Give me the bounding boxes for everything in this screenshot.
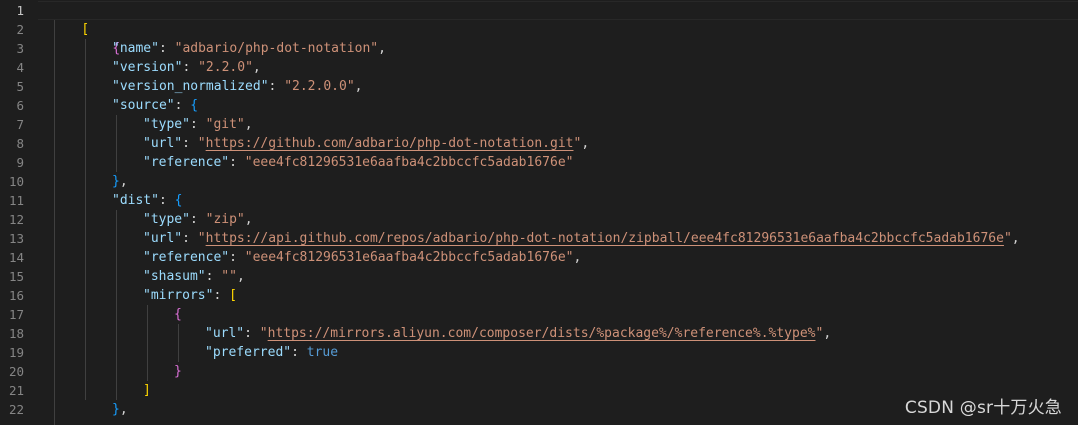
line-number: 10 <box>8 174 24 189</box>
json-key: "version_normalized" <box>112 79 269 94</box>
json-string: "zip" <box>205 212 245 227</box>
line-number: 9 <box>16 155 24 170</box>
code-line: "url": "https://mirrors.aliyun.com/compo… <box>205 326 832 341</box>
open-brace: { <box>174 193 183 208</box>
json-string: "2.2.0.0" <box>284 79 355 94</box>
code-line: [ <box>50 1 89 37</box>
line-number: 16 <box>8 288 24 303</box>
line-number: 15 <box>8 269 24 284</box>
open-brace: { <box>190 98 199 113</box>
close-brace: } <box>112 174 120 189</box>
line-number: 1 <box>16 3 24 18</box>
indent-guide <box>178 324 179 362</box>
code-editor[interactable]: 1 2 3 4 5 6 7 8 9 10 11 12 13 14 15 16 1… <box>0 0 1078 425</box>
code-line: } <box>174 362 182 381</box>
indent-guide <box>116 210 117 400</box>
indent-guide <box>147 305 148 381</box>
json-string: "adbario/php-dot-notation" <box>174 41 379 56</box>
json-string: "eee4fc81296531e6aafba4c2bbccfc5adab1676… <box>244 250 574 265</box>
code-line: "type": "git", <box>143 117 253 132</box>
code-line: "url": "https://api.github.com/repos/adb… <box>143 231 1020 246</box>
code-line: ] <box>143 381 151 400</box>
open-brace: { <box>174 307 182 322</box>
code-line: "dist": { <box>112 193 183 208</box>
json-key: "url" <box>205 326 245 341</box>
json-key: "version" <box>112 60 183 75</box>
quote: " <box>197 136 206 151</box>
code-line: }, <box>112 174 128 189</box>
code-line: "shasum": "", <box>143 269 245 284</box>
json-key: "name" <box>112 41 159 56</box>
close-brace: } <box>112 402 120 417</box>
line-number: 17 <box>8 307 24 322</box>
url-link[interactable]: https://github.com/adbario/php-dot-notat… <box>206 136 574 151</box>
json-key: "dist" <box>112 193 159 208</box>
code-line: "mirrors": [ <box>143 288 237 303</box>
line-number: 18 <box>8 326 24 341</box>
json-string: "git" <box>205 117 245 132</box>
code-line: "reference": "eee4fc81296531e6aafba4c2bb… <box>143 250 582 265</box>
quote: " <box>197 231 206 246</box>
line-number: 20 <box>8 364 24 379</box>
indent-guide <box>54 20 55 425</box>
json-key: "type" <box>143 212 190 227</box>
open-bracket: [ <box>229 288 237 303</box>
line-number: 2 <box>16 22 24 37</box>
line-number: 4 <box>16 60 24 75</box>
json-key: "shasum" <box>143 269 206 284</box>
json-key: "mirrors" <box>143 288 214 303</box>
code-line: { <box>81 20 120 56</box>
json-key: "type" <box>143 117 190 132</box>
code-line: "reference": "eee4fc81296531e6aafba4c2bb… <box>143 155 574 170</box>
json-key: "reference" <box>143 250 230 265</box>
quote: " <box>259 326 268 341</box>
code-line: { <box>174 305 182 324</box>
close-brace: } <box>174 364 182 379</box>
indent-guide <box>85 39 86 400</box>
line-number: 7 <box>16 117 24 132</box>
json-string: "2.2.0" <box>198 60 253 75</box>
json-key: "url" <box>143 136 183 151</box>
json-boolean: true <box>306 345 339 360</box>
line-number-gutter: 1 2 3 4 5 6 7 8 9 10 11 12 13 14 15 16 1… <box>0 0 38 425</box>
quote: " <box>1003 231 1012 246</box>
code-line: "version_normalized": "2.2.0.0", <box>112 79 363 94</box>
current-line-highlight <box>38 1 1078 20</box>
watermark: CSDN @sr十万火急 <box>904 398 1062 418</box>
code-line: "url": "https://github.com/adbario/php-d… <box>143 136 590 151</box>
code-line: "type": "zip", <box>143 212 253 227</box>
indent-guide <box>116 115 117 172</box>
code-line: "name": "adbario/php-dot-notation", <box>112 41 386 56</box>
line-number: 6 <box>16 98 24 113</box>
code-line: "source": { <box>112 98 199 113</box>
json-string: "eee4fc81296531e6aafba4c2bbccfc5adab1676… <box>244 155 574 170</box>
line-number: 5 <box>16 79 24 94</box>
json-string: "" <box>221 269 237 284</box>
line-number: 22 <box>8 402 24 417</box>
json-key: "preferred" <box>205 345 292 360</box>
line-number: 11 <box>8 193 24 208</box>
line-number: 8 <box>16 136 24 151</box>
line-number: 21 <box>8 383 24 398</box>
line-number: 14 <box>8 250 24 265</box>
json-key: "url" <box>143 231 183 246</box>
line-number: 12 <box>8 212 24 227</box>
url-link[interactable]: https://api.github.com/repos/adbario/php… <box>206 231 1004 246</box>
json-key: "source" <box>112 98 175 113</box>
code-line: }, <box>112 402 128 417</box>
code-line: "version": "2.2.0", <box>112 60 261 75</box>
line-number: 19 <box>8 345 24 360</box>
json-key: "reference" <box>143 155 230 170</box>
close-bracket: ] <box>143 383 151 398</box>
code-line: "preferred": true <box>205 345 339 360</box>
url-link[interactable]: https://mirrors.aliyun.com/composer/dist… <box>268 326 816 341</box>
line-number: 3 <box>16 41 24 56</box>
line-number: 13 <box>8 231 24 246</box>
